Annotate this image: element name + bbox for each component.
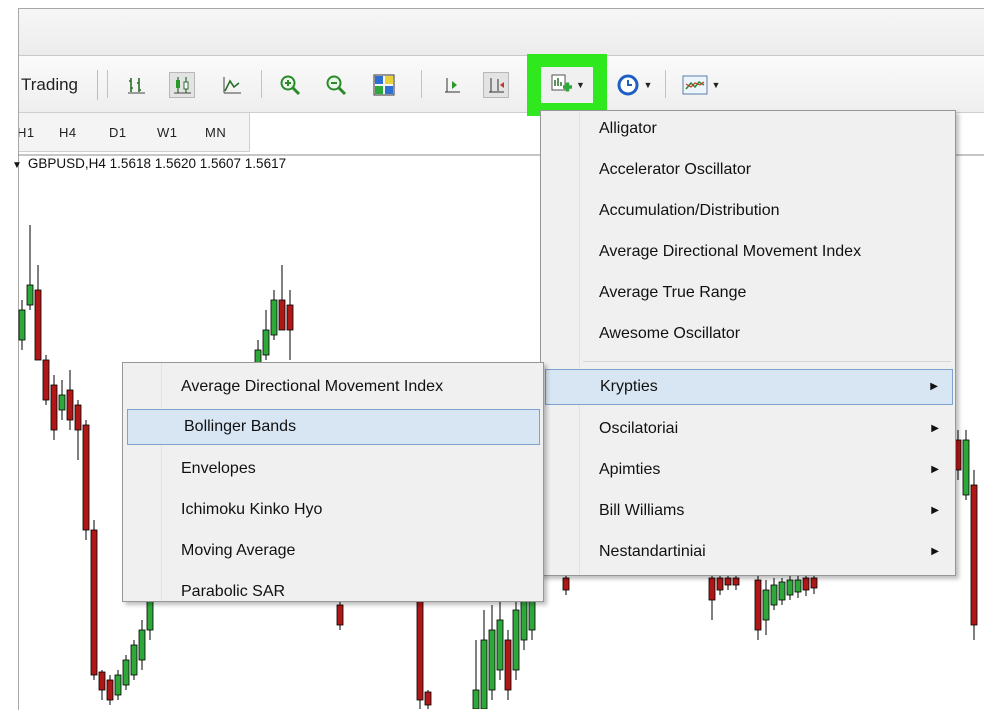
- candle-body: [122, 659, 130, 686]
- menu-item-accumulation-distribution[interactable]: Accumulation/Distribution: [543, 193, 953, 229]
- menu-item-awesome-oscillator[interactable]: Awesome Oscillator: [543, 316, 953, 352]
- submenu-volumes-label: Apimties: [599, 461, 661, 478]
- candle-body: [58, 394, 66, 411]
- candle-body: [520, 599, 528, 641]
- candle-body: [42, 359, 50, 401]
- submenu-bill-williams[interactable]: Bill Williams ▶: [543, 493, 953, 529]
- submenu-oscillators[interactable]: Oscilatoriai ▶: [543, 411, 953, 447]
- candle-body: [762, 589, 770, 621]
- candle-body: [26, 284, 34, 306]
- trend-submenu: Average Directional Movement Index Bolli…: [122, 362, 544, 602]
- submenu-arrow-icon: ▶: [931, 546, 939, 557]
- menu-item-adx[interactable]: Average Directional Movement Index: [543, 234, 953, 270]
- candle-body: [286, 304, 294, 331]
- candle-body: [512, 609, 520, 671]
- candle-body: [562, 577, 570, 591]
- candle-body: [336, 604, 344, 626]
- submenu-arrow-icon: ▶: [931, 423, 939, 434]
- candle-body: [130, 644, 138, 676]
- symbol-quote-text: GBPUSD,H4 1.5618 1.5620 1.5607 1.5617: [27, 156, 287, 171]
- candle-body: [82, 424, 90, 531]
- menu-item-parabolic-sar[interactable]: Parabolic SAR: [125, 574, 541, 600]
- menu-divider: [583, 361, 951, 362]
- candle-body: [724, 577, 732, 586]
- indicators-menu: Alligator Accelerator Oscillator Accumul…: [540, 110, 956, 576]
- candle-body: [962, 439, 970, 496]
- chart-symbol-info: ▼ GBPUSD,H4 1.5618 1.5620 1.5607 1.5617: [12, 156, 286, 171]
- candle-body: [496, 619, 504, 671]
- candle-body: [708, 577, 716, 601]
- submenu-arrow-icon: ▶: [930, 381, 938, 392]
- candle-body: [778, 581, 786, 601]
- candle-body: [138, 629, 146, 661]
- candle-body: [262, 329, 270, 356]
- candle-body: [34, 289, 42, 361]
- candle-body: [786, 579, 794, 596]
- candle-body: [114, 674, 122, 696]
- candle-body: [472, 689, 480, 709]
- chevron-down-icon[interactable]: ▼: [12, 160, 22, 171]
- candle-body: [18, 309, 26, 341]
- candle-body: [50, 384, 58, 431]
- menu-item-moving-average[interactable]: Moving Average: [125, 533, 541, 569]
- candle-body: [416, 597, 424, 701]
- submenu-bill-williams-label: Bill Williams: [599, 502, 685, 519]
- candle-body: [98, 671, 106, 691]
- candle-body: [970, 484, 978, 626]
- candle-body: [480, 639, 488, 709]
- candle-body: [732, 577, 740, 586]
- candle-body: [106, 679, 114, 701]
- menu-item-accelerator-oscillator[interactable]: Accelerator Oscillator: [543, 152, 953, 188]
- menu-item-adx[interactable]: Average Directional Movement Index: [125, 369, 541, 405]
- menu-item-bollinger-bands[interactable]: Bollinger Bands: [127, 409, 540, 445]
- submenu-custom-label: Nestandartiniai: [599, 543, 706, 560]
- candle-body: [66, 389, 74, 421]
- candle-body: [504, 639, 512, 691]
- submenu-trend-label: Krypties: [600, 378, 658, 395]
- candle-body: [74, 404, 82, 431]
- submenu-arrow-icon: ▶: [931, 464, 939, 475]
- submenu-trend[interactable]: Krypties ▶: [545, 369, 953, 405]
- submenu-volumes[interactable]: Apimties ▶: [543, 452, 953, 488]
- candle-body: [146, 599, 154, 631]
- menu-item-envelopes[interactable]: Envelopes: [125, 451, 541, 487]
- submenu-oscillators-label: Oscilatoriai: [599, 420, 679, 437]
- candle-body: [802, 577, 810, 591]
- menu-item-atr[interactable]: Average True Range: [543, 275, 953, 311]
- candle-body: [424, 691, 432, 706]
- candle-body: [770, 584, 778, 606]
- candle-body: [716, 577, 724, 591]
- candle-body: [810, 577, 818, 589]
- candle-body: [754, 579, 762, 631]
- submenu-arrow-icon: ▶: [931, 505, 939, 516]
- candle-body: [488, 629, 496, 691]
- menu-item-alligator[interactable]: Alligator: [543, 111, 953, 147]
- candle-body: [278, 299, 286, 331]
- candle-body: [794, 579, 802, 593]
- candle-body: [270, 299, 278, 336]
- candle-body: [90, 529, 98, 676]
- menu-item-ichimoku[interactable]: Ichimoku Kinko Hyo: [125, 492, 541, 528]
- submenu-custom[interactable]: Nestandartiniai ▶: [543, 534, 953, 570]
